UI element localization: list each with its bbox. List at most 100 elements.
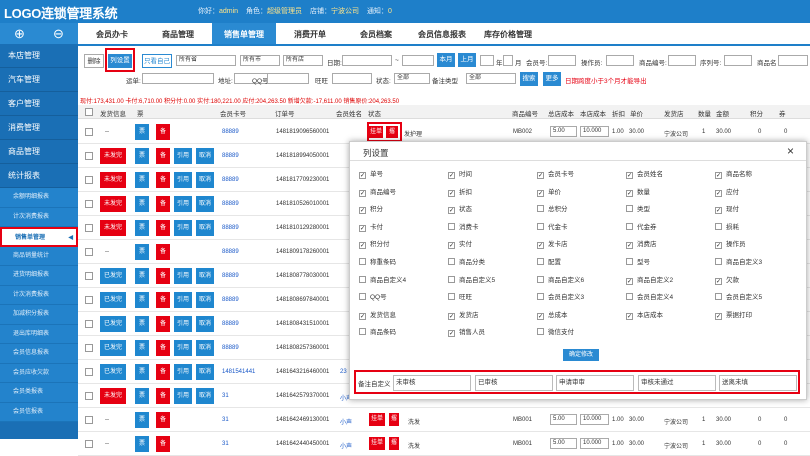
column-option[interactable]: ✓ 发货信息 (359, 309, 396, 323)
checkbox-checked-icon[interactable]: ✓ (448, 242, 455, 250)
checkbox-checked-icon[interactable]: ✓ (537, 312, 544, 320)
sidebar-sub-debt[interactable]: 会员应收欠款 (0, 363, 78, 383)
tab-goods[interactable]: 商品管理 (146, 23, 210, 44)
select-all-checkbox[interactable] (85, 108, 93, 116)
checkbox-icon[interactable] (626, 258, 633, 265)
row-op-button[interactable]: 取消 (196, 220, 214, 236)
row-op-button[interactable]: 票 (135, 388, 149, 404)
checkbox-checked-icon[interactable]: ✓ (359, 242, 366, 250)
column-option[interactable]: ✓ 总成本 (537, 309, 568, 323)
ship-status-button[interactable]: 未发完 (100, 220, 126, 236)
column-option[interactable]: ✓ 会员姓名 (626, 168, 663, 182)
column-option[interactable]: ✓ 发货店 (448, 309, 479, 323)
row-op-button[interactable]: 备 (156, 244, 170, 260)
sidebar-sub-return[interactable]: 退出库明细表 (0, 324, 78, 344)
sidebar-sub-points[interactable]: 加减积分报表 (0, 305, 78, 325)
checkbox-icon[interactable] (626, 222, 633, 230)
delete-button[interactable]: 删除 (84, 54, 104, 68)
column-option[interactable]: ✓ 单号 (359, 168, 383, 182)
sidebar-item-reports[interactable]: 统计报表 (0, 164, 78, 188)
row-checkbox[interactable] (85, 320, 93, 328)
note-custom-field[interactable]: 申请审审 (556, 375, 634, 391)
checkbox-checked-icon[interactable]: ✓ (359, 312, 366, 320)
only-self-button[interactable]: 只看自己 (142, 54, 172, 68)
year-input[interactable] (480, 55, 494, 66)
checkbox-icon[interactable] (359, 293, 366, 301)
cost-input[interactable]: 10.000 (580, 414, 609, 425)
column-option[interactable]: ✓ 应付 (715, 186, 739, 200)
column-option[interactable]: ✓ 商品自定义2 (626, 274, 673, 288)
checkbox-icon[interactable] (448, 222, 455, 230)
column-option[interactable]: ✓ 发卡店 (537, 238, 568, 252)
column-option[interactable]: 消费卡 (448, 221, 479, 235)
column-option[interactable]: ✓ 现付 (715, 203, 739, 217)
column-option[interactable]: ✓ 实付 (448, 238, 472, 252)
ship-status-button[interactable]: 已发完 (100, 292, 126, 308)
row-op-button[interactable]: 备 (156, 316, 170, 332)
row-checkbox[interactable] (85, 296, 93, 304)
column-option[interactable]: 商品分类 (448, 256, 485, 270)
checkbox-checked-icon[interactable]: ✓ (626, 277, 633, 285)
checkbox-icon[interactable] (537, 328, 544, 336)
row-op-button[interactable]: 引用 (174, 292, 192, 308)
checkbox-checked-icon[interactable]: ✓ (626, 312, 633, 320)
card-link[interactable]: 88889 (222, 225, 239, 231)
sidebar-sub-count2[interactable]: 计次消费报表 (0, 285, 78, 305)
checkbox-icon[interactable] (359, 275, 366, 283)
date-start-input[interactable] (342, 55, 392, 66)
close-icon[interactable]: × (787, 144, 794, 158)
confirm-button[interactable]: 确定修改 (563, 349, 599, 361)
goods-no-input[interactable] (668, 55, 696, 66)
row-op-button[interactable]: 备 (156, 412, 170, 428)
row-op-button[interactable]: 取消 (196, 148, 214, 164)
row-checkbox[interactable] (85, 416, 93, 424)
row-checkbox[interactable] (85, 440, 93, 448)
row-op-button[interactable]: 备 (156, 340, 170, 356)
hang-button[interactable]: 撂 (389, 413, 399, 426)
checkbox-checked-icon[interactable]: ✓ (626, 172, 633, 179)
column-option[interactable]: ✓ 欠款 (715, 274, 739, 288)
row-op-button[interactable]: 引用 (174, 196, 192, 212)
checkbox-icon[interactable] (448, 258, 455, 265)
card-link[interactable]: 31 (222, 417, 229, 423)
checkbox-icon[interactable] (626, 205, 633, 213)
tab-member-report[interactable]: 会员信息报表 (410, 23, 474, 44)
row-op-button[interactable]: 引用 (174, 340, 192, 356)
checkbox-checked-icon[interactable]: ✓ (537, 172, 544, 179)
card-link[interactable]: 88889 (222, 153, 239, 159)
row-op-button[interactable]: 取消 (196, 268, 214, 284)
card-link[interactable]: 1481541441 (222, 369, 255, 375)
card-link[interactable]: 88889 (222, 345, 239, 351)
last-month-button[interactable]: 上月 (458, 53, 476, 67)
shop-select[interactable]: 所有店 (283, 55, 323, 66)
cost-input[interactable]: 10.000 (580, 438, 609, 449)
row-op-button[interactable]: 票 (135, 436, 149, 452)
this-month-button[interactable]: 本月 (437, 53, 455, 67)
column-option[interactable]: ✓ 卡付 (359, 221, 383, 235)
checkbox-checked-icon[interactable]: ✓ (448, 330, 455, 338)
checkbox-checked-icon[interactable]: ✓ (626, 242, 633, 250)
checkbox-icon[interactable] (359, 258, 366, 265)
card-link[interactable]: 88889 (222, 201, 239, 207)
checkbox-icon[interactable] (537, 258, 544, 265)
row-checkbox[interactable] (85, 248, 93, 256)
row-op-button[interactable]: 备 (156, 268, 170, 284)
status-select[interactable]: 全部 (394, 73, 430, 84)
row-op-button[interactable]: 票 (135, 412, 149, 428)
checkbox-checked-icon[interactable]: ✓ (359, 224, 366, 232)
row-checkbox[interactable] (85, 176, 93, 184)
checkbox-icon[interactable] (359, 328, 366, 336)
card-link[interactable]: 88889 (222, 273, 239, 279)
column-option[interactable]: ✓ 消费店 (626, 238, 657, 252)
note-custom-field[interactable]: 已审核 (475, 375, 553, 391)
sidebar-item-car[interactable]: 汽车管理 (0, 68, 78, 92)
row-checkbox[interactable] (85, 128, 93, 136)
row-checkbox[interactable] (85, 224, 93, 232)
row-op-button[interactable]: 票 (135, 148, 149, 164)
column-option[interactable]: 会员自定义4 (626, 291, 673, 305)
row-checkbox[interactable] (85, 392, 93, 400)
expand-icon[interactable]: ⊕ (0, 23, 39, 44)
column-option[interactable]: ✓ 数量 (626, 186, 650, 200)
row-op-button[interactable]: 引用 (174, 148, 192, 164)
column-option[interactable]: ✓ 商品名称 (715, 168, 752, 182)
